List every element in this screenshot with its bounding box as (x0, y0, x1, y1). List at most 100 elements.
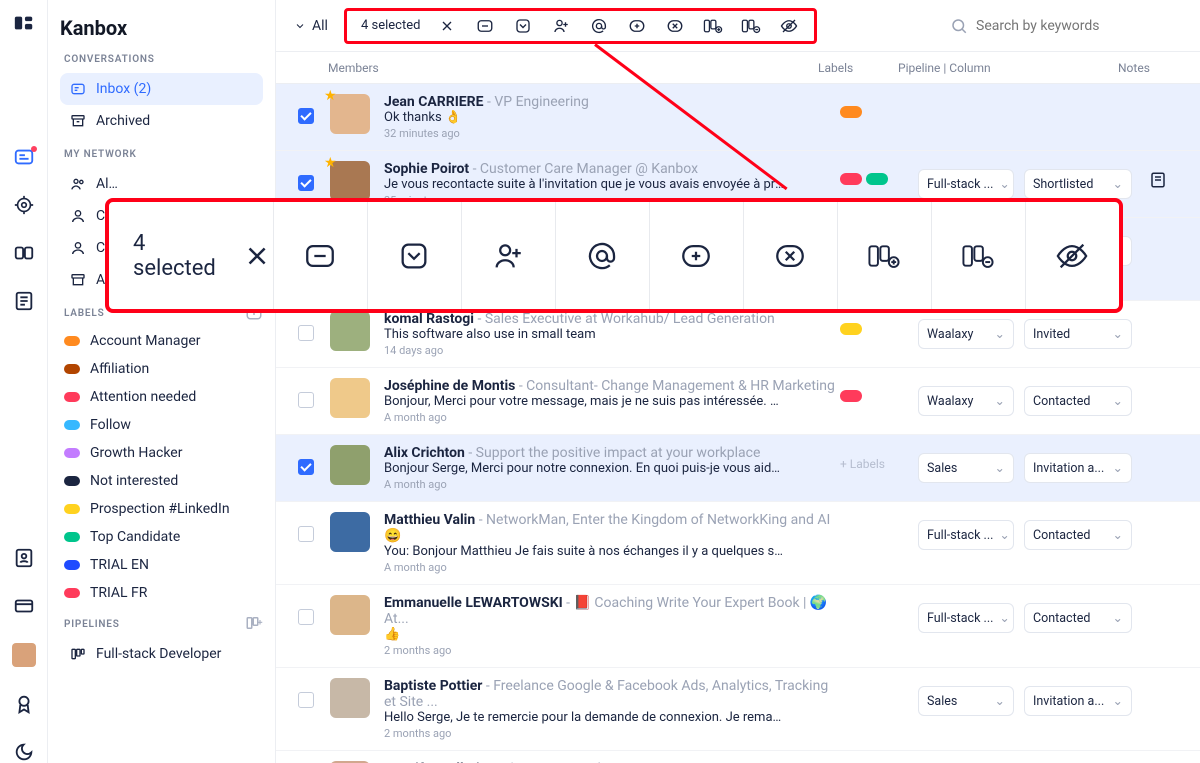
archive-action-icon[interactable] (504, 11, 542, 41)
pipeline-dropdown[interactable]: Sales⌄ (918, 453, 1014, 483)
badge-nav-icon[interactable] (13, 693, 35, 715)
search-input[interactable] (976, 18, 1176, 34)
column-dropdown[interactable]: Contacted⌄ (1024, 520, 1132, 550)
zoom-mention-icon[interactable] (555, 202, 649, 309)
message-time: A month ago (384, 411, 840, 424)
column-dropdown[interactable]: Contacted⌄ (1024, 386, 1132, 416)
star-icon: ★ (324, 88, 337, 104)
row-checkbox[interactable] (298, 459, 314, 475)
column-dropdown[interactable]: Shortlisted⌄ (1024, 169, 1132, 199)
conversation-row[interactable]: Baptiste Pottier - Freelance Google & Fa… (276, 668, 1200, 751)
member-name: Joséphine de Montis - Consultant- Change… (384, 378, 840, 394)
row-checkbox[interactable] (298, 175, 314, 191)
message-preview: You: Bonjour Matthieu Je fais suite à no… (384, 544, 784, 559)
conversation-row[interactable]: Emmanuelle LEWARTOWSKI - 📕 Coaching Writ… (276, 585, 1200, 668)
label-color-icon (64, 364, 80, 374)
member-avatar (330, 445, 370, 485)
column-dropdown[interactable]: Invited⌄ (1024, 319, 1132, 349)
label-pill (866, 173, 888, 185)
column-dropdown[interactable]: Invitation a...⌄ (1024, 453, 1132, 483)
label-item[interactable]: Attention needed (60, 383, 263, 411)
conversation-row[interactable]: Jennifer Pelletier - J'accompagne les en… (276, 751, 1200, 763)
row-checkbox[interactable] (298, 392, 314, 408)
search-icon (950, 17, 968, 35)
pipeline-remove-action-icon[interactable] (732, 11, 770, 41)
row-checkbox[interactable] (298, 609, 314, 625)
member-avatar (330, 378, 370, 418)
label-color-icon (64, 476, 80, 486)
mention-action-icon[interactable] (580, 11, 618, 41)
message-preview: This software also use in small team (384, 327, 784, 342)
pipeline-add-action-icon[interactable] (694, 11, 732, 41)
pipeline-dropdown[interactable]: Waalaxy⌄ (918, 319, 1014, 349)
zoom-pipeline-add-icon[interactable] (837, 202, 931, 309)
conversation-row[interactable]: ★ Jean CARRIERE - VP Engineering Ok than… (276, 84, 1200, 151)
zoom-remove-icon[interactable] (743, 202, 837, 309)
pipeline-dropdown[interactable]: Full-stack ...⌄ (918, 169, 1014, 199)
zoom-message-icon[interactable] (273, 202, 367, 309)
pipeline-item[interactable]: Full-stack Developer (60, 638, 263, 670)
message-preview: Bonjour, Merci pour votre message, mais … (384, 394, 784, 409)
nav-all-members[interactable]: Al… (60, 168, 263, 200)
message-preview: Hello Serge, Je te remercie pour la dema… (384, 710, 784, 725)
templates-nav-icon[interactable] (13, 290, 35, 312)
label-item[interactable]: Not interested (60, 467, 263, 495)
pipeline-dropdown[interactable]: Full-stack ...⌄ (918, 603, 1014, 633)
search-box[interactable] (934, 17, 1192, 35)
hide-action-icon[interactable] (770, 11, 808, 41)
contacts-nav-icon[interactable] (13, 547, 35, 569)
label-item[interactable]: Prospection #LinkedIn (60, 495, 263, 523)
billing-nav-icon[interactable] (13, 595, 35, 617)
messages-nav-icon[interactable] (13, 146, 35, 168)
pipeline-dropdown[interactable]: Waalaxy⌄ (918, 386, 1014, 416)
conversation-row[interactable]: Matthieu Valin - NetworkMan, Enter the K… (276, 502, 1200, 585)
theme-toggle-icon[interactable] (13, 741, 35, 763)
add-contact-action-icon[interactable] (542, 11, 580, 41)
section-pipelines: PIPELINES (64, 619, 120, 630)
star-icon: ★ (324, 155, 337, 171)
label-item[interactable]: TRIAL EN (60, 551, 263, 579)
row-checkbox[interactable] (298, 325, 314, 341)
nav-inbox[interactable]: Inbox (2) (60, 73, 263, 105)
add-action-icon[interactable] (618, 11, 656, 41)
zoom-add-contact-icon[interactable] (461, 202, 555, 309)
label-item[interactable]: Affiliation (60, 355, 263, 383)
conversation-row[interactable]: Alix Crichton - Support the positive imp… (276, 435, 1200, 502)
pipeline-dropdown[interactable]: Full-stack ...⌄ (918, 520, 1014, 550)
member-name: Jean CARRIERE - VP Engineering (384, 94, 840, 110)
label-item[interactable]: Top Candidate (60, 523, 263, 551)
zoom-hide-icon[interactable] (1025, 202, 1119, 309)
filter-all-dropdown[interactable]: All (284, 12, 338, 40)
remove-action-icon[interactable] (656, 11, 694, 41)
zoom-pipeline-remove-icon[interactable] (931, 202, 1025, 309)
zoom-close-icon[interactable] (242, 239, 272, 273)
note-icon[interactable] (1149, 171, 1167, 189)
zoom-archive-icon[interactable] (367, 202, 461, 309)
add-labels-link[interactable]: + Labels (840, 457, 885, 471)
target-nav-icon[interactable] (13, 194, 35, 216)
clear-selection-icon[interactable] (428, 11, 466, 41)
row-labels (840, 161, 918, 185)
conversation-row[interactable]: Joséphine de Montis - Consultant- Change… (276, 368, 1200, 435)
user-avatar-small[interactable] (12, 643, 36, 667)
row-checkbox[interactable] (298, 526, 314, 542)
row-checkbox[interactable] (298, 108, 314, 124)
message-action-icon[interactable] (466, 11, 504, 41)
zoom-add-icon[interactable] (649, 202, 743, 309)
label-item[interactable]: Account Manager (60, 327, 263, 355)
member-name: Baptiste Pottier - Freelance Google & Fa… (384, 678, 840, 710)
column-dropdown[interactable]: Contacted⌄ (1024, 603, 1132, 633)
add-pipeline-icon[interactable] (245, 614, 263, 632)
nav-archived[interactable]: Archived (60, 105, 263, 137)
pipeline-dropdown[interactable]: Sales⌄ (918, 686, 1014, 716)
column-dropdown[interactable]: Invitation a...⌄ (1024, 686, 1132, 716)
label-item[interactable]: Growth Hacker (60, 439, 263, 467)
row-checkbox[interactable] (298, 692, 314, 708)
section-labels: LABELS (64, 308, 104, 319)
label-item[interactable]: TRIAL FR (60, 579, 263, 607)
label-item[interactable]: Follow (60, 411, 263, 439)
col-pipeline: Pipeline | Column (898, 61, 1118, 75)
message-preview: Je vous recontacte suite à l'invitation … (384, 177, 784, 192)
automations-nav-icon[interactable] (13, 242, 35, 264)
member-avatar (330, 595, 370, 635)
